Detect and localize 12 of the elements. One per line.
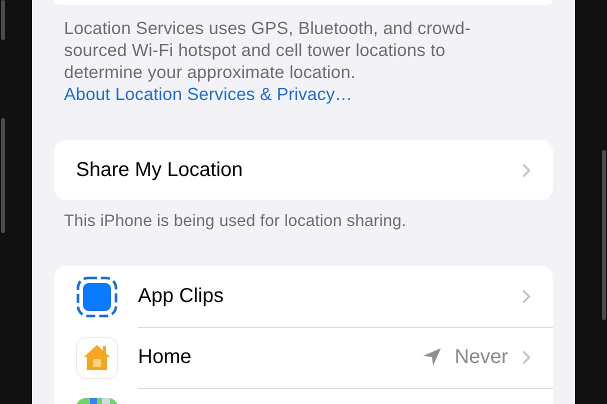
about-location-privacy-link[interactable]: About Location Services & Privacy… [64, 84, 352, 104]
house-icon [76, 336, 118, 378]
chevron-icon [522, 288, 531, 304]
share-my-location-row[interactable]: Share My Location [54, 140, 553, 200]
permission-value: Never [454, 346, 508, 368]
app-row[interactable]: App Clips [54, 266, 553, 327]
app-clips-icon [76, 276, 118, 318]
location-services-description: Location Services uses GPS, Bluetooth, and crowd-sourced Wi-Fi hotspot and cell tower locations to determine your approximate location. About Location Services & Privacy… [64, 17, 472, 105]
chevron-icon [522, 162, 531, 178]
chevron-icon [522, 350, 531, 364]
app-row[interactable]: Home Never [54, 327, 553, 388]
share-location-note: This iPhone is being used for location sharing. [64, 211, 408, 232]
